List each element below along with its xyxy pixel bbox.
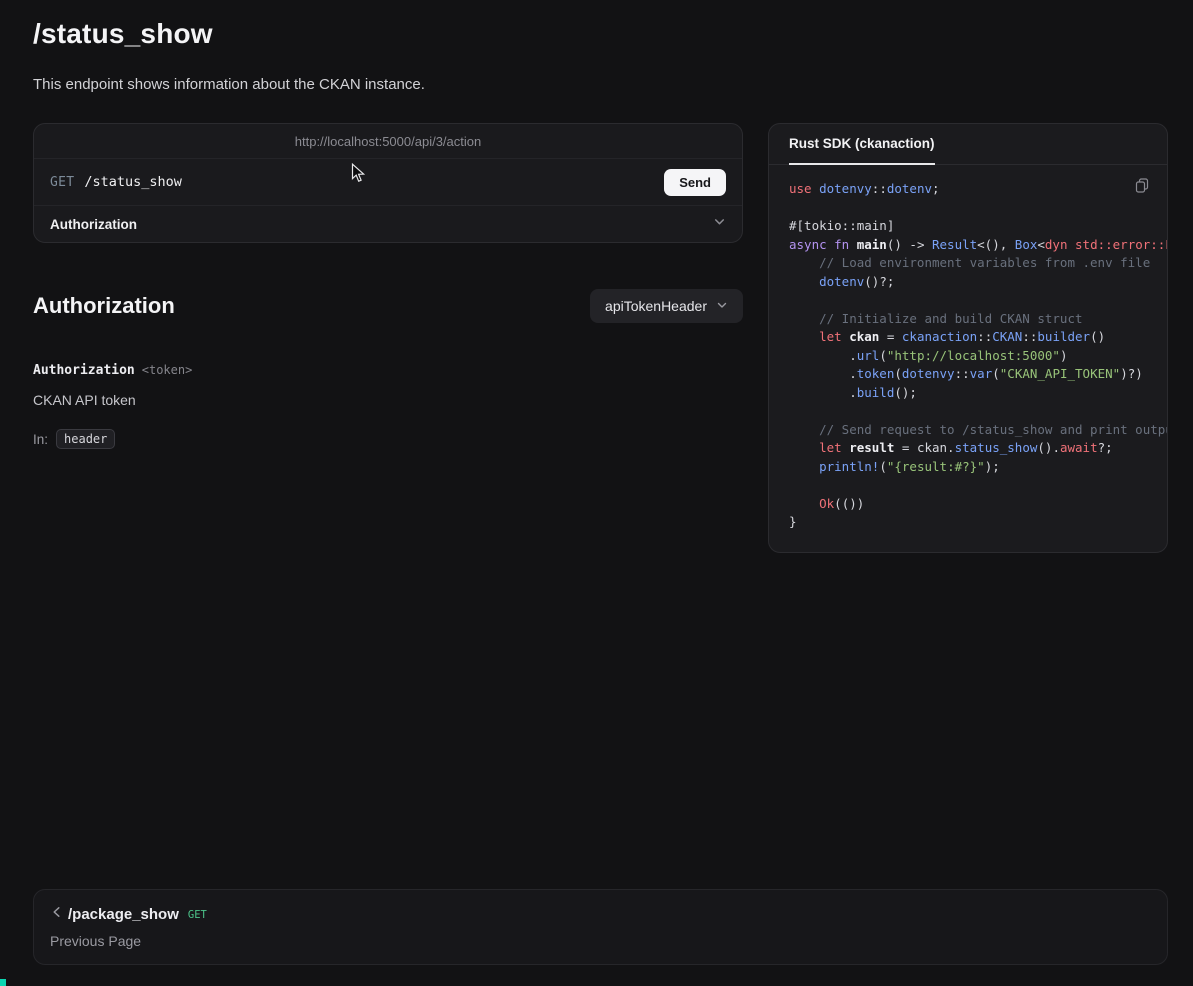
code-line: // Load environment variables from .env … [789, 254, 1167, 273]
sdk-card-header: Rust SDK (ckanaction) [769, 124, 1167, 165]
rust-code-block[interactable]: use dotenvy::dotenv; #[tokio::main]async… [789, 180, 1167, 532]
token-in-label: In: [33, 432, 48, 447]
previous-page-path: /package_show [68, 906, 179, 923]
page: /status_show This endpoint shows informa… [0, 0, 1193, 965]
code-line: let ckan = ckanaction::CKAN::builder() [789, 328, 1167, 347]
auth-scheme-select[interactable]: apiTokenHeader [590, 289, 743, 323]
page-title: /status_show [33, 18, 1168, 50]
code-line: .url("http://localhost:5000") [789, 347, 1167, 366]
chevron-left-icon [50, 905, 64, 924]
previous-page-top-row: /package_show GET [50, 905, 1151, 924]
request-method-row: GET /status_show Send [34, 159, 742, 205]
code-line: use dotenvy::dotenv; [789, 180, 1167, 199]
code-line: .token(dotenvy::var("CKAN_API_TOKEN")?) [789, 365, 1167, 384]
code-line: Ok(()) [789, 495, 1167, 514]
code-line: } [789, 513, 1167, 532]
auth-scheme-value: apiTokenHeader [605, 298, 707, 314]
corner-accent-badge [0, 979, 6, 986]
authorization-section: Authorization apiTokenHeader Authorizati… [33, 289, 743, 449]
previous-page-card[interactable]: /package_show GET Previous Page [33, 889, 1168, 965]
code-line [789, 476, 1167, 495]
token-param-type: <token> [142, 363, 193, 377]
code-line [789, 291, 1167, 310]
code-line: dotenv()?; [789, 273, 1167, 292]
token-in-row: In: header [33, 429, 743, 449]
copy-code-button[interactable] [1131, 174, 1153, 200]
code-line: println!("{result:#?}"); [789, 458, 1167, 477]
chevron-down-icon [713, 215, 726, 233]
request-card: http://localhost:5000/api/3/action GET /… [33, 123, 743, 243]
left-column: http://localhost:5000/api/3/action GET /… [33, 123, 743, 449]
code-line: // Send request to /status_show and prin… [789, 421, 1167, 440]
right-column: Rust SDK (ckanaction) use dotenvy::doten… [768, 123, 1168, 553]
request-auth-label: Authorization [50, 217, 137, 232]
code-block-wrapper: use dotenvy::dotenv; #[tokio::main]async… [769, 165, 1167, 552]
code-line: // Initialize and build CKAN struct [789, 310, 1167, 329]
token-description: CKAN API token [33, 392, 743, 408]
page-description: This endpoint shows information about th… [33, 76, 1168, 93]
code-line: .build(); [789, 384, 1167, 403]
send-button[interactable]: Send [664, 169, 726, 196]
base-url: http://localhost:5000/api/3/action [295, 134, 481, 149]
code-line [789, 402, 1167, 421]
code-line: async fn main() -> Result<(), Box<dyn st… [789, 236, 1167, 255]
content-columns: http://localhost:5000/api/3/action GET /… [33, 123, 1168, 889]
request-auth-row[interactable]: Authorization [34, 205, 742, 242]
chevron-down-icon [716, 298, 728, 314]
http-method: GET [50, 175, 74, 190]
authorization-heading-row: Authorization apiTokenHeader [33, 289, 743, 323]
token-param-row: Authorization <token> [33, 363, 743, 378]
token-param-name: Authorization [33, 363, 135, 378]
base-url-bar[interactable]: http://localhost:5000/api/3/action [34, 124, 742, 159]
code-line: let result = ckan.status_show().await?; [789, 439, 1167, 458]
sdk-example-card: Rust SDK (ckanaction) use dotenvy::doten… [768, 123, 1168, 553]
authorization-heading: Authorization [33, 293, 175, 319]
previous-page-method-badge: GET [188, 909, 207, 921]
code-line: #[tokio::main] [789, 217, 1167, 236]
previous-page-label: Previous Page [50, 933, 1151, 949]
code-line [789, 199, 1167, 218]
endpoint-path: /status_show [84, 174, 182, 190]
sdk-tab-rust[interactable]: Rust SDK (ckanaction) [789, 124, 935, 165]
token-in-value-chip: header [56, 429, 115, 449]
clipboard-icon [1135, 181, 1149, 196]
